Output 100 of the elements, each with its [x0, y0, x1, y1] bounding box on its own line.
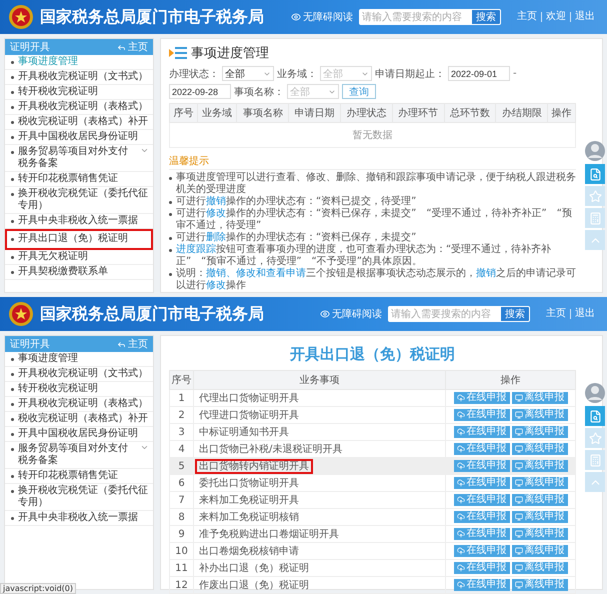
- sidebar-item[interactable]: 开具税收完税证明（表格式）: [5, 397, 153, 412]
- offline-filing-button[interactable]: 离线申报: [512, 578, 568, 590]
- link[interactable]: 进度跟踪: [176, 244, 216, 255]
- online-filing-button[interactable]: 在线申报: [454, 510, 510, 522]
- sidebar-item[interactable]: 开具中国税收居民身份证明: [5, 427, 153, 442]
- sidebar-item[interactable]: 开具无欠税证明: [5, 250, 153, 265]
- offline-filing-button[interactable]: 离线申报: [512, 510, 568, 522]
- bullet-dot: [169, 213, 172, 216]
- sidebar-item[interactable]: 开具税收完税证明（文书式）: [5, 70, 153, 85]
- sidebar-item[interactable]: 换开税收完税凭证（委托代征专用）: [5, 187, 153, 214]
- link[interactable]: 修改: [206, 208, 226, 219]
- online-filing-button[interactable]: 在线申报: [454, 392, 510, 404]
- search-button[interactable]: 搜索: [471, 9, 501, 25]
- monitor-icon: [514, 564, 522, 572]
- sidebar-item[interactable]: 换开税收完税凭证（委托代征专用）: [5, 484, 153, 511]
- table-cell: 11: [170, 560, 194, 576]
- favorite-button[interactable]: [585, 428, 605, 448]
- online-filing-button[interactable]: 在线申报: [454, 544, 510, 556]
- header-link[interactable]: 主页: [513, 12, 541, 22]
- monitor-icon: [514, 394, 522, 402]
- consult-button[interactable]: [585, 406, 605, 426]
- offline-filing-button[interactable]: 离线申报: [512, 460, 568, 472]
- document-search-icon: [588, 410, 602, 422]
- sidebar-item[interactable]: 开具出口退（免）税证明: [5, 229, 153, 250]
- date-field[interactable]: 2022-09-01: [448, 66, 510, 81]
- sidebar-item[interactable]: 服务贸易等项目对外支付税务备案: [5, 442, 153, 469]
- header-link[interactable]: 主页: [542, 309, 570, 319]
- sidebar-item[interactable]: 税收完税证明（表格式）补开: [5, 115, 153, 130]
- date-field[interactable]: 2022-09-28: [169, 84, 231, 99]
- online-filing-button[interactable]: 在线申报: [454, 442, 510, 454]
- back-to-top-button[interactable]: [585, 472, 605, 492]
- dropdown[interactable]: 全部: [320, 66, 372, 81]
- dropdown[interactable]: 全部: [287, 84, 339, 99]
- link[interactable]: 撤销、修改和查看申请: [206, 268, 306, 279]
- online-filing-button[interactable]: 在线申报: [454, 578, 510, 590]
- search-field[interactable]: 请输入需要搜索的内容: [388, 306, 500, 322]
- favorite-button[interactable]: [585, 186, 605, 206]
- chevron-down-icon: [140, 146, 149, 155]
- sidebar-item[interactable]: 开具中国税收居民身份证明: [5, 130, 153, 145]
- sidebar-item[interactable]: 开具中央非税收入统一票据: [5, 511, 153, 526]
- column-header: 序号: [170, 104, 198, 122]
- offline-filing-button[interactable]: 离线申报: [512, 544, 568, 556]
- back-to-top-button[interactable]: [585, 230, 605, 250]
- link[interactable]: 撤销: [206, 196, 226, 207]
- offline-filing-button[interactable]: 离线申报: [512, 392, 568, 404]
- dropdown[interactable]: 全部: [222, 66, 274, 81]
- online-filing-button[interactable]: 在线申报: [454, 408, 510, 420]
- offline-filing-button[interactable]: 离线申报: [512, 426, 568, 438]
- sidebar-item[interactable]: 转开印花税票销售凭证: [5, 172, 153, 187]
- column-header: 申请日期: [288, 104, 341, 122]
- consult-button[interactable]: [585, 164, 605, 184]
- online-filing-button[interactable]: 在线申报: [454, 426, 510, 438]
- home-link[interactable]: 主页: [117, 337, 148, 351]
- link[interactable]: 修改: [206, 280, 226, 291]
- offline-filing-button[interactable]: 离线申报: [512, 408, 568, 420]
- search-button[interactable]: 搜索: [500, 306, 530, 322]
- sidebar-item[interactable]: 转开税收完税证明: [5, 85, 153, 100]
- online-filing-button[interactable]: 在线申报: [454, 528, 510, 540]
- header-link[interactable]: 退出: [570, 12, 599, 22]
- column-header: 总环节数: [444, 104, 496, 122]
- sidebar-item[interactable]: 开具契税缴费联系单: [5, 265, 153, 280]
- sidebar-item[interactable]: 事项进度管理: [5, 55, 153, 70]
- sidebar-item[interactable]: 开具税收完税证明（表格式）: [5, 100, 153, 115]
- online-filing-button[interactable]: 在线申报: [454, 476, 510, 488]
- offline-filing-button[interactable]: 离线申报: [512, 494, 568, 506]
- accessibility-link[interactable]: 无障碍阅读: [291, 10, 353, 24]
- monitor-icon: [514, 496, 522, 504]
- header-link[interactable]: 退出: [570, 309, 599, 319]
- sidebar-item[interactable]: 转开税收完税证明: [5, 382, 153, 397]
- cloud-upload-icon: [456, 564, 464, 572]
- accessibility-link[interactable]: 无障碍阅读: [320, 307, 382, 321]
- monitor-icon: [514, 428, 522, 436]
- offline-filing-button[interactable]: 离线申报: [512, 562, 568, 574]
- sidebar-item[interactable]: 税收完税证明（表格式）补开: [5, 412, 153, 427]
- bullet-dot: [11, 403, 14, 406]
- link[interactable]: 撤销: [476, 268, 496, 279]
- online-filing-button[interactable]: 在线申报: [454, 562, 510, 574]
- search-field[interactable]: 请输入需要搜索的内容: [359, 9, 471, 25]
- calculator-button[interactable]: [585, 208, 605, 228]
- page-title: 事项进度管理: [191, 45, 269, 62]
- bullet-dot: [11, 238, 14, 241]
- calculator-icon: [588, 454, 602, 466]
- calculator-button[interactable]: [585, 450, 605, 470]
- online-filing-button[interactable]: 在线申报: [454, 494, 510, 506]
- table-cell-text: 代理进口货物证明开具: [198, 410, 300, 421]
- table-cell-text: 来料加工免税证明开具: [198, 495, 300, 506]
- offline-filing-button[interactable]: 离线申报: [512, 528, 568, 540]
- offline-filing-button[interactable]: 离线申报: [512, 442, 568, 454]
- sidebar-item[interactable]: 转开印花税票销售凭证: [5, 469, 153, 484]
- sidebar-item[interactable]: 服务贸易等项目对外支付税务备案: [5, 145, 153, 172]
- sidebar-item[interactable]: 开具税收完税证明（文书式）: [5, 367, 153, 382]
- home-link[interactable]: 主页: [117, 40, 148, 54]
- sidebar-item[interactable]: 事项进度管理: [5, 352, 153, 367]
- link[interactable]: 删除: [206, 232, 226, 243]
- cloud-upload-icon: [456, 530, 464, 538]
- offline-filing-button[interactable]: 离线申报: [512, 476, 568, 488]
- online-filing-button[interactable]: 在线申报: [454, 460, 510, 472]
- query-button[interactable]: 查询: [342, 84, 376, 99]
- header-link[interactable]: 欢迎: [541, 12, 570, 22]
- sidebar-item[interactable]: 开具中央非税收入统一票据: [5, 214, 153, 229]
